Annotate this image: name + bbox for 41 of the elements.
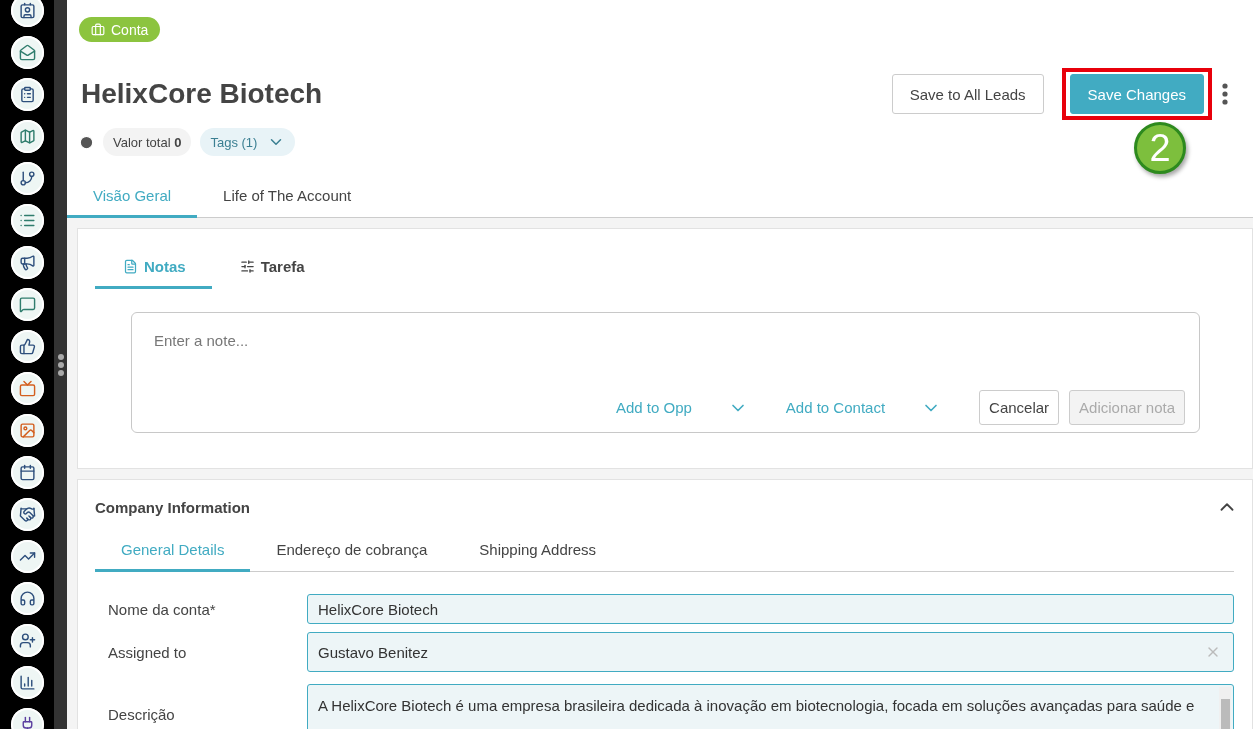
total-value-chip: Valor total 0 xyxy=(103,128,192,156)
list-icon[interactable] xyxy=(10,204,44,237)
document-icon xyxy=(123,259,138,274)
branch-icon[interactable] xyxy=(10,162,44,195)
tab[interactable]: Shipping Address xyxy=(453,530,623,572)
secondary-button[interactable]: Save to All Leads xyxy=(891,74,1044,114)
select-field[interactable]: Gustavo Benitez xyxy=(307,632,1234,672)
field-label: Nome da conta* xyxy=(107,600,217,618)
clipboard-icon[interactable] xyxy=(10,78,44,111)
briefcase-icon xyxy=(91,22,105,37)
field-label: Descrição xyxy=(107,705,176,723)
scrollbar[interactable] xyxy=(1219,687,1231,729)
tags-dropdown[interactable]: Tags (1) xyxy=(200,128,296,156)
contact-card-icon[interactable] xyxy=(10,0,44,27)
record-title: HelixCore Biotech xyxy=(81,78,323,110)
sliders-icon xyxy=(239,259,255,274)
thumbs-up-icon[interactable] xyxy=(10,330,44,363)
chart-icon[interactable] xyxy=(10,540,44,573)
field-label: Assigned to xyxy=(107,643,188,661)
map-icon[interactable] xyxy=(10,120,44,153)
envelope-icon[interactable] xyxy=(10,36,44,69)
tab[interactable]: Life of The Account xyxy=(197,176,378,218)
calendar-icon[interactable] xyxy=(10,456,44,489)
section-title: Company Information xyxy=(95,498,250,516)
step-badge: 2 xyxy=(1134,122,1186,174)
tv-icon[interactable] xyxy=(10,372,44,405)
chat-icon[interactable] xyxy=(10,288,44,321)
record-type-label: Conta xyxy=(111,21,149,38)
image-icon[interactable] xyxy=(10,414,44,447)
headset-icon[interactable] xyxy=(10,582,44,615)
user-icon[interactable] xyxy=(10,624,44,657)
megaphone-icon[interactable] xyxy=(10,246,44,279)
input-field[interactable]: HelixCore Biotech xyxy=(307,594,1234,624)
tab[interactable]: Endereço de cobrança xyxy=(250,530,454,572)
handshake-icon[interactable] xyxy=(10,498,44,531)
textarea-field[interactable]: A HelixCore Biotech é uma empresa brasileira dedicada à inovação em biotecnologia, focada em soluções avançadas para saúde e xyxy=(307,684,1234,729)
more-options-icon[interactable] xyxy=(1222,82,1228,106)
drag-handle-icon[interactable] xyxy=(57,353,64,376)
bar-chart-icon[interactable] xyxy=(10,666,44,699)
tab[interactable]: Tarefa xyxy=(211,247,331,289)
cancel-button[interactable]: Cancelar xyxy=(979,390,1060,425)
